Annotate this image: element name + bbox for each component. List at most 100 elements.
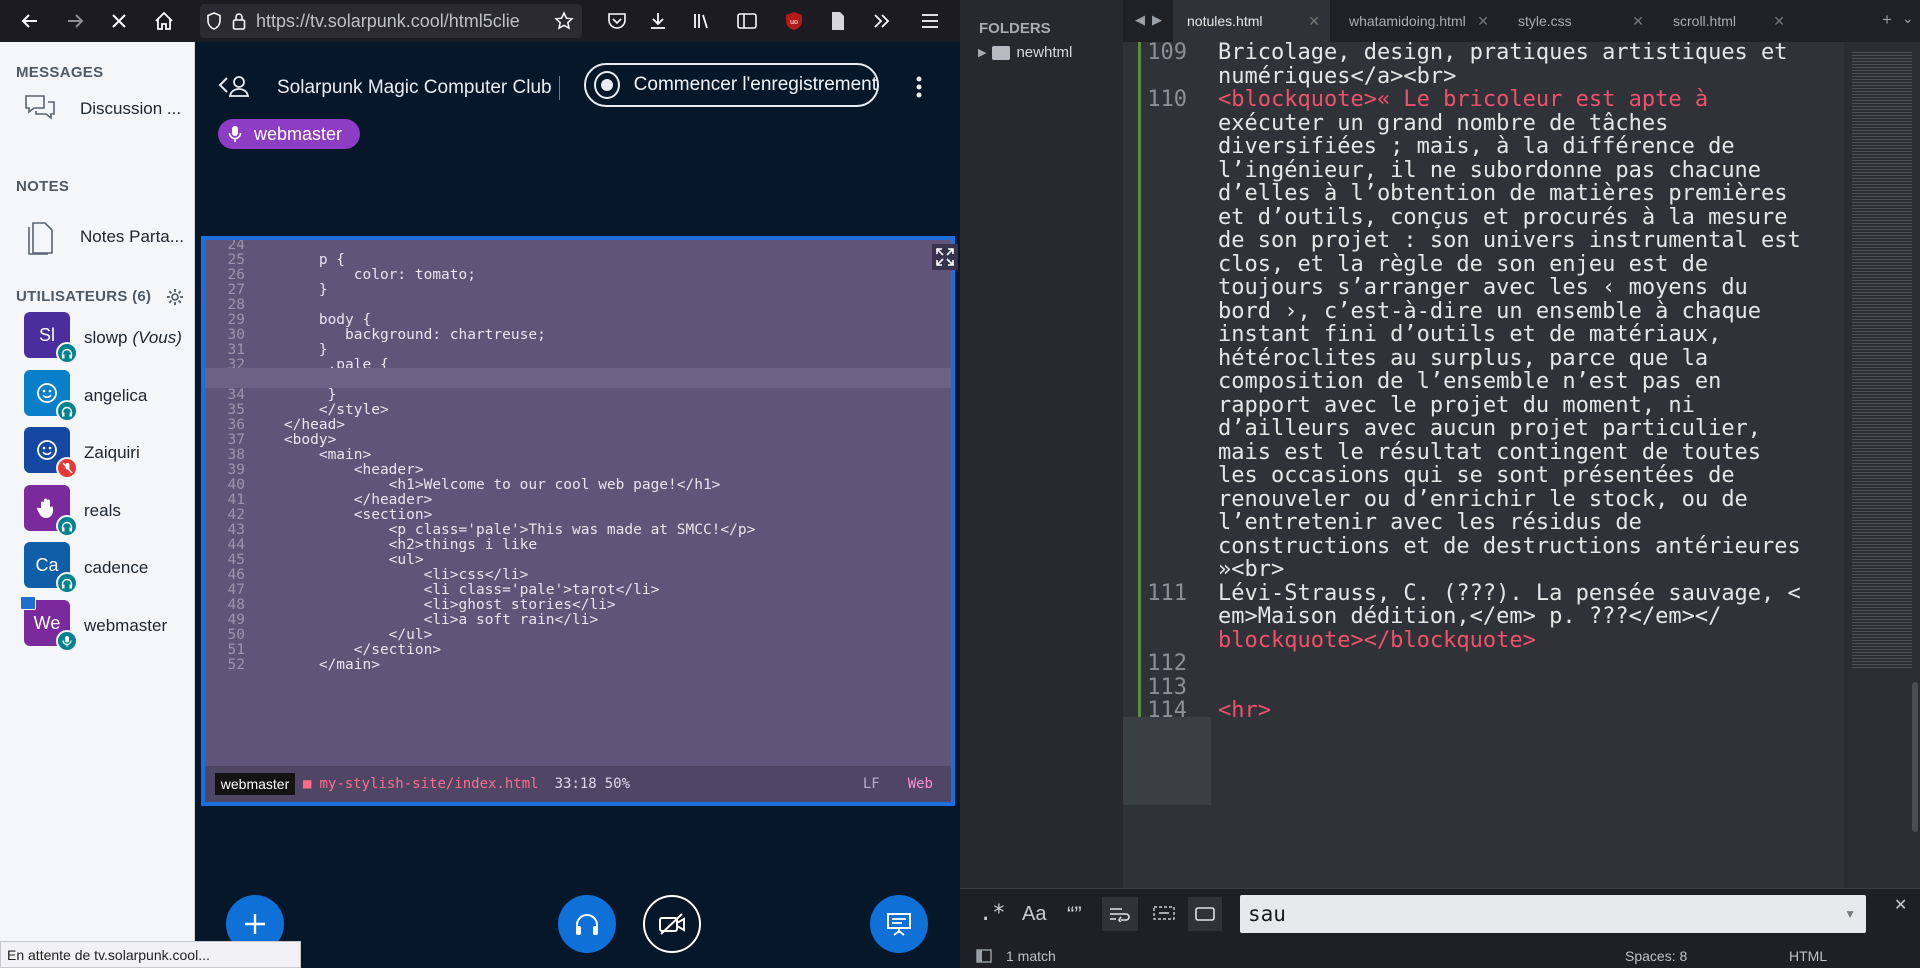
editor-line[interactable]: toujours s’arranger avec les ‹ moyens du: [1218, 275, 1748, 300]
regex-toggle[interactable]: .*: [979, 901, 1006, 926]
toggle-sidebar-icon[interactable]: [976, 949, 992, 968]
shared-code-line: 36 </head>: [205, 418, 951, 433]
syntax-status[interactable]: HTML: [1789, 948, 1827, 964]
shared-code-view: 24 25 p {26 color: tomato; 27 } 28 29 body {…: [205, 240, 951, 766]
editor-line[interactable]: les occasions qui se sont présentées de: [1218, 463, 1735, 488]
editor-line[interactable]: instant fini d’outils et de matériaux,: [1218, 322, 1721, 347]
shared-code-line: 44 <h2>things i like: [205, 538, 951, 553]
shared-notes-item[interactable]: Notes Parta...: [20, 217, 184, 257]
shared-code-line: 37 <body>: [205, 433, 951, 448]
editor-line[interactable]: Bricolage, design, pratiques artistiques…: [1218, 40, 1788, 65]
case-toggle[interactable]: Aa: [1022, 903, 1046, 926]
highlight-matches-icon[interactable]: [1188, 897, 1222, 931]
tab-notules[interactable]: notules.html ✕: [1173, 0, 1330, 42]
editor-line[interactable]: <hr>: [1218, 698, 1271, 723]
overflow-chevrons-icon[interactable]: [864, 3, 900, 39]
editor-line[interactable]: l’entretenir avec les résidus de: [1218, 510, 1642, 535]
editor-line[interactable]: d’ailleurs avec aucun projet particulier…: [1218, 416, 1761, 441]
wrap-toggle-icon[interactable]: [1102, 897, 1138, 931]
editor-line[interactable]: em>Maison dédition,</em> p. ???</em></: [1218, 604, 1721, 629]
avatar-initials: Sl: [38, 324, 55, 345]
close-find-icon[interactable]: ✕: [1894, 895, 1907, 915]
find-history-dropdown-icon[interactable]: ▼: [1844, 907, 1856, 921]
editor-line[interactable]: mais est le résultat contingent de toute…: [1218, 440, 1761, 465]
editor-line[interactable]: rapport avec le projet du moment, ni: [1218, 393, 1695, 418]
tab-scroll-right-icon[interactable]: ▶: [1152, 12, 1162, 28]
editor-line[interactable]: composition de l’ensemble n’est pas en: [1218, 369, 1721, 394]
fullscreen-icon[interactable]: [932, 244, 958, 270]
shared-code-line: 50 </ul>: [205, 628, 951, 643]
share-webcam-button[interactable]: [643, 895, 701, 953]
bbb-main-area: Solarpunk Magic Computer Club Commencer …: [195, 42, 960, 968]
tab-menu-chevron-icon[interactable]: ⌄: [1902, 10, 1914, 27]
new-tab-plus-icon[interactable]: +: [1882, 10, 1892, 30]
tab-scroll[interactable]: scroll.html ✕: [1659, 0, 1795, 42]
options-kebab-icon[interactable]: [915, 75, 923, 104]
start-recording-button[interactable]: Commencer l'enregistrement: [584, 63, 879, 107]
headphones-badge-icon: [56, 572, 78, 594]
stop-icon[interactable]: [101, 3, 137, 39]
tab-scroll-left-icon[interactable]: ◀: [1135, 12, 1145, 28]
url-bar[interactable]: https://tv.solarpunk.cool/html5clie: [200, 4, 582, 38]
lock-icon[interactable]: [228, 12, 250, 30]
editor-line[interactable]: exécuter un grand nombre de tâches: [1218, 111, 1668, 136]
find-input[interactable]: sau ▼: [1240, 895, 1866, 933]
editor-line[interactable]: de son projet : son univers instrumental…: [1218, 228, 1801, 253]
whole-word-toggle[interactable]: “”: [1067, 902, 1082, 928]
editor-line[interactable]: hétéroclites au surplus, parce que la: [1218, 346, 1708, 371]
editor-line[interactable]: »<br>: [1218, 557, 1284, 582]
shared-line-text: </header>: [249, 492, 433, 508]
editor-line[interactable]: constructions et de destructions antérie…: [1218, 534, 1801, 559]
reader-icon[interactable]: [820, 3, 856, 39]
tab-style-css[interactable]: style.css ✕: [1504, 0, 1654, 42]
leave-audio-button[interactable]: [558, 895, 616, 953]
editor-line[interactable]: et d’outils, conçus et procurés à la mes…: [1218, 205, 1788, 230]
forward-icon[interactable]: [57, 3, 93, 39]
disclosure-triangle-icon[interactable]: ▶: [978, 46, 986, 59]
editor-line[interactable]: l’ingénieur, il ne subordonne pas chacun…: [1218, 158, 1761, 183]
editor-line[interactable]: renouveler ou d’enrichir le stock, ou de: [1218, 487, 1748, 512]
editor-line[interactable]: <blockquote>« Le bricoleur est apte à: [1218, 87, 1708, 112]
screenshare-video[interactable]: 24 25 p {26 color: tomato; 27 } 28 29 body {…: [201, 236, 958, 806]
editor-line[interactable]: clos, et la règle de son enjeu est de: [1218, 252, 1708, 277]
sidebar-icon[interactable]: [729, 3, 765, 39]
presentation-button[interactable]: [870, 895, 928, 953]
close-tab-icon[interactable]: ✕: [1773, 13, 1785, 30]
user-name: cadence: [84, 558, 148, 578]
you-suffix: (Vous): [132, 328, 182, 347]
ublock-icon[interactable]: uo: [776, 3, 812, 39]
public-chat-item[interactable]: Discussion ...: [20, 89, 181, 129]
editor-line[interactable]: diversifiées ; mais, à la différence de: [1218, 134, 1735, 159]
downloads-icon[interactable]: [640, 3, 676, 39]
close-tab-icon[interactable]: ✕: [1632, 13, 1644, 30]
user-settings-gear-icon[interactable]: [166, 288, 184, 311]
shared-line-number: 43: [227, 522, 245, 538]
editor-line[interactable]: blockquote></blockquote>: [1218, 628, 1536, 653]
tab-label: style.css: [1518, 13, 1572, 29]
hamburger-menu-icon[interactable]: [912, 3, 948, 39]
pocket-icon[interactable]: [599, 3, 635, 39]
home-icon[interactable]: [146, 3, 182, 39]
shared-line-number: 37: [227, 432, 245, 448]
talking-indicator[interactable]: webmaster: [218, 119, 361, 149]
close-tab-icon[interactable]: ✕: [1477, 13, 1489, 30]
close-tab-icon[interactable]: ✕: [1308, 13, 1320, 30]
scrollbar-thumb[interactable]: [1912, 682, 1918, 832]
library-icon[interactable]: [684, 3, 720, 39]
tab-whatamidoing[interactable]: whatamidoing.html ✕: [1335, 0, 1499, 42]
editor-line[interactable]: numériques</a><br>: [1218, 64, 1456, 89]
back-icon[interactable]: [12, 3, 48, 39]
shared-eol: LF: [862, 776, 880, 792]
title-divider: [559, 76, 560, 100]
indentation-status[interactable]: Spaces: 8: [1625, 948, 1687, 964]
sublime-minimap[interactable]: [1844, 42, 1920, 888]
tracking-shield-icon[interactable]: [200, 12, 228, 30]
editor-line[interactable]: bord ›, c’est-à-dire un ensemble à chaqu…: [1218, 299, 1761, 324]
editor-line[interactable]: Lévi-Strauss, C. (???). La pensée sauvag…: [1218, 581, 1801, 606]
folder-item-newhtml[interactable]: ▶ newhtml: [978, 44, 1072, 61]
in-selection-icon[interactable]: [1153, 905, 1175, 926]
toggle-userlist-icon[interactable]: [217, 72, 251, 107]
editor-line[interactable]: d’elles à l’obtention de matières premiè…: [1218, 181, 1788, 206]
bookmark-star-icon[interactable]: [546, 3, 582, 39]
shared-code-line: 26 color: tomato;: [205, 268, 951, 283]
